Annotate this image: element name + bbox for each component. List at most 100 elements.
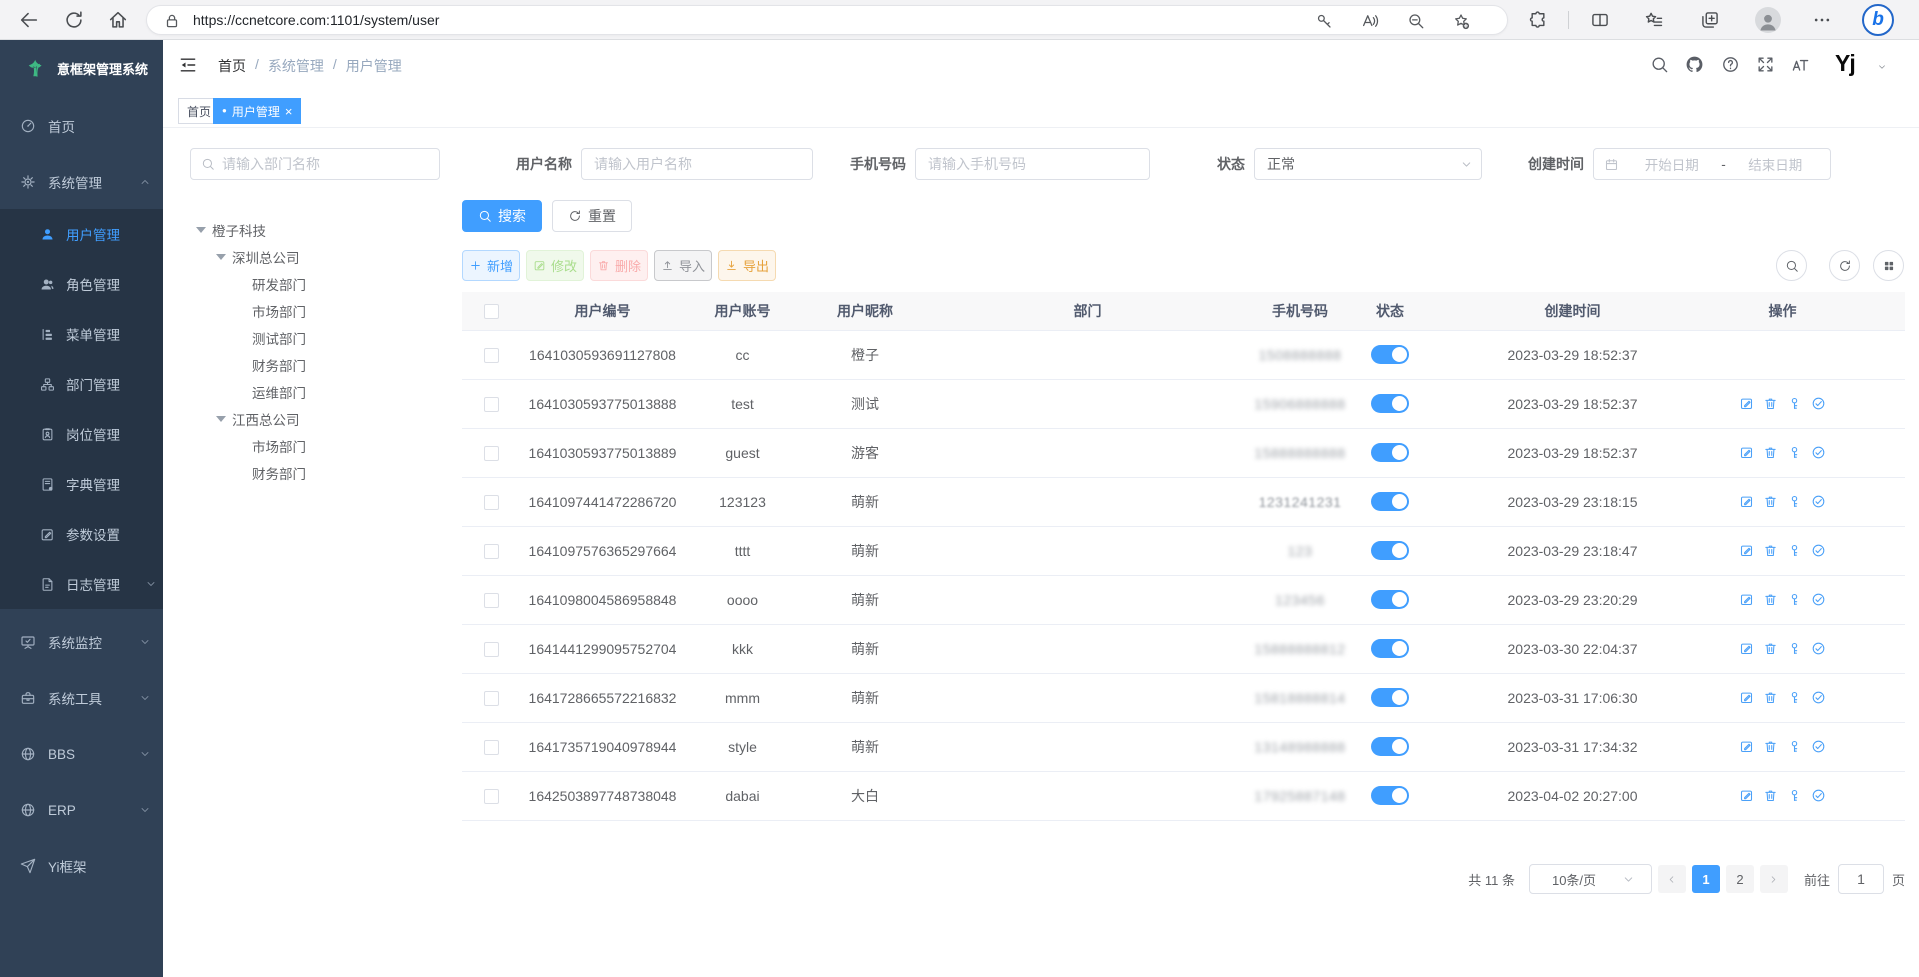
- row-assign-role-icon[interactable]: [1811, 494, 1826, 509]
- extensions-icon[interactable]: [1528, 10, 1548, 30]
- page-size-select[interactable]: 10条/页: [1529, 864, 1652, 894]
- row-checkbox[interactable]: [484, 397, 499, 412]
- row-checkbox[interactable]: [484, 642, 499, 657]
- status-toggle[interactable]: [1371, 688, 1409, 707]
- tree-node-company[interactable]: 深圳总公司: [190, 243, 445, 270]
- browser-profile-avatar[interactable]: [1755, 7, 1781, 33]
- reset-button[interactable]: 重置: [552, 200, 632, 232]
- page-2-button[interactable]: 2: [1726, 865, 1754, 893]
- lock-icon[interactable]: [163, 12, 181, 30]
- tree-node-dept[interactable]: 测试部门: [190, 324, 445, 351]
- row-edit-icon[interactable]: [1739, 494, 1754, 509]
- phone-input[interactable]: 请输入手机号码: [915, 148, 1150, 180]
- row-reset-password-icon[interactable]: [1787, 788, 1802, 803]
- sidebar-item-erp[interactable]: ERP: [0, 782, 163, 838]
- export-button[interactable]: 导出: [718, 250, 776, 281]
- row-reset-password-icon[interactable]: [1787, 494, 1802, 509]
- tree-node-dept[interactable]: 市场部门: [190, 297, 445, 324]
- row-reset-password-icon[interactable]: [1787, 690, 1802, 705]
- row-delete-icon[interactable]: [1763, 592, 1778, 607]
- row-delete-icon[interactable]: [1763, 445, 1778, 460]
- sidebar-item-post-mgmt[interactable]: 岗位管理: [0, 409, 163, 459]
- favorites-icon[interactable]: [1644, 10, 1664, 30]
- delete-button[interactable]: 删除: [590, 250, 648, 281]
- sidebar-item-bbs[interactable]: BBS: [0, 726, 163, 782]
- tree-node-company[interactable]: 江西总公司: [190, 405, 445, 432]
- back-icon[interactable]: [18, 9, 40, 31]
- sidebar-item-yi-framework[interactable]: Yi框架: [0, 838, 163, 894]
- tree-node-root[interactable]: 橙子科技: [190, 216, 445, 243]
- row-checkbox[interactable]: [484, 740, 499, 755]
- row-assign-role-icon[interactable]: [1811, 788, 1826, 803]
- row-delete-icon[interactable]: [1763, 396, 1778, 411]
- row-assign-role-icon[interactable]: [1811, 396, 1826, 411]
- select-all-checkbox[interactable]: [484, 304, 499, 319]
- status-toggle[interactable]: [1371, 590, 1409, 609]
- user-avatar[interactable]: Yj: [1835, 50, 1869, 80]
- row-reset-password-icon[interactable]: [1787, 739, 1802, 754]
- show-search-toggle-button[interactable]: [1776, 250, 1807, 281]
- sidebar-item-home[interactable]: 首页: [0, 98, 163, 154]
- tree-node-dept[interactable]: 财务部门: [190, 459, 445, 486]
- help-icon[interactable]: [1721, 55, 1740, 74]
- sidebar-item-log-mgmt[interactable]: 日志管理: [0, 559, 163, 609]
- username-input[interactable]: 请输入用户名称: [581, 148, 813, 180]
- row-edit-icon[interactable]: [1739, 592, 1754, 607]
- row-assign-role-icon[interactable]: [1811, 543, 1826, 558]
- breadcrumb-system[interactable]: 系统管理: [268, 56, 324, 76]
- row-delete-icon[interactable]: [1763, 690, 1778, 705]
- row-edit-icon[interactable]: [1739, 396, 1754, 411]
- sidebar-item-menu-mgmt[interactable]: 菜单管理: [0, 309, 163, 359]
- zoom-out-icon[interactable]: [1407, 12, 1425, 30]
- row-edit-icon[interactable]: [1739, 739, 1754, 754]
- import-button[interactable]: 导入: [654, 250, 712, 281]
- row-edit-icon[interactable]: [1739, 690, 1754, 705]
- add-favorite-icon[interactable]: [1452, 12, 1470, 30]
- app-logo[interactable]: 意框架管理系统: [0, 40, 163, 96]
- breadcrumb-home[interactable]: 首页: [218, 56, 246, 76]
- row-checkbox[interactable]: [484, 593, 499, 608]
- row-reset-password-icon[interactable]: [1787, 641, 1802, 656]
- row-assign-role-icon[interactable]: [1811, 445, 1826, 460]
- search-button[interactable]: 搜索: [462, 200, 542, 232]
- tree-caret-icon[interactable]: [210, 408, 232, 430]
- fullscreen-icon[interactable]: [1756, 55, 1775, 74]
- row-edit-icon[interactable]: [1739, 445, 1754, 460]
- status-toggle[interactable]: [1371, 737, 1409, 756]
- read-aloud-icon[interactable]: [1361, 12, 1379, 30]
- reload-icon[interactable]: [63, 9, 85, 31]
- browser-menu-dots-icon[interactable]: [1812, 10, 1832, 30]
- row-checkbox[interactable]: [484, 348, 499, 363]
- github-icon[interactable]: [1685, 55, 1704, 74]
- add-button[interactable]: 新增: [462, 250, 520, 281]
- avatar-caret-icon[interactable]: [1877, 62, 1887, 72]
- row-edit-icon[interactable]: [1739, 543, 1754, 558]
- row-delete-icon[interactable]: [1763, 739, 1778, 754]
- sidebar-item-param-settings[interactable]: 参数设置: [0, 509, 163, 559]
- sidebar-item-role-mgmt[interactable]: 角色管理: [0, 259, 163, 309]
- tree-node-dept[interactable]: 市场部门: [190, 432, 445, 459]
- sidebar-item-system-tools[interactable]: 系统工具: [0, 670, 163, 726]
- status-toggle[interactable]: [1371, 786, 1409, 805]
- row-assign-role-icon[interactable]: [1811, 690, 1826, 705]
- row-checkbox[interactable]: [484, 544, 499, 559]
- sidebar-item-dept-mgmt[interactable]: 部门管理: [0, 359, 163, 409]
- row-reset-password-icon[interactable]: [1787, 543, 1802, 558]
- tree-node-dept[interactable]: 运维部门: [190, 378, 445, 405]
- font-size-icon[interactable]: [1791, 55, 1810, 74]
- tab-user-mgmt[interactable]: ● 用户管理 ×: [213, 98, 301, 124]
- home-icon[interactable]: [107, 9, 129, 31]
- status-select[interactable]: 正常: [1254, 148, 1482, 180]
- row-checkbox[interactable]: [484, 691, 499, 706]
- goto-page-input[interactable]: 1: [1838, 864, 1884, 894]
- row-delete-icon[interactable]: [1763, 641, 1778, 656]
- url-text[interactable]: https://ccnetcore.com:1101/system/user: [193, 12, 439, 28]
- tree-caret-icon[interactable]: [190, 219, 212, 241]
- row-edit-icon[interactable]: [1739, 788, 1754, 803]
- tree-caret-icon[interactable]: [210, 246, 232, 268]
- row-reset-password-icon[interactable]: [1787, 592, 1802, 607]
- address-bar[interactable]: https://ccnetcore.com:1101/system/user: [146, 5, 1508, 35]
- status-toggle[interactable]: [1371, 443, 1409, 462]
- status-toggle[interactable]: [1371, 394, 1409, 413]
- close-tab-icon[interactable]: ×: [285, 105, 293, 118]
